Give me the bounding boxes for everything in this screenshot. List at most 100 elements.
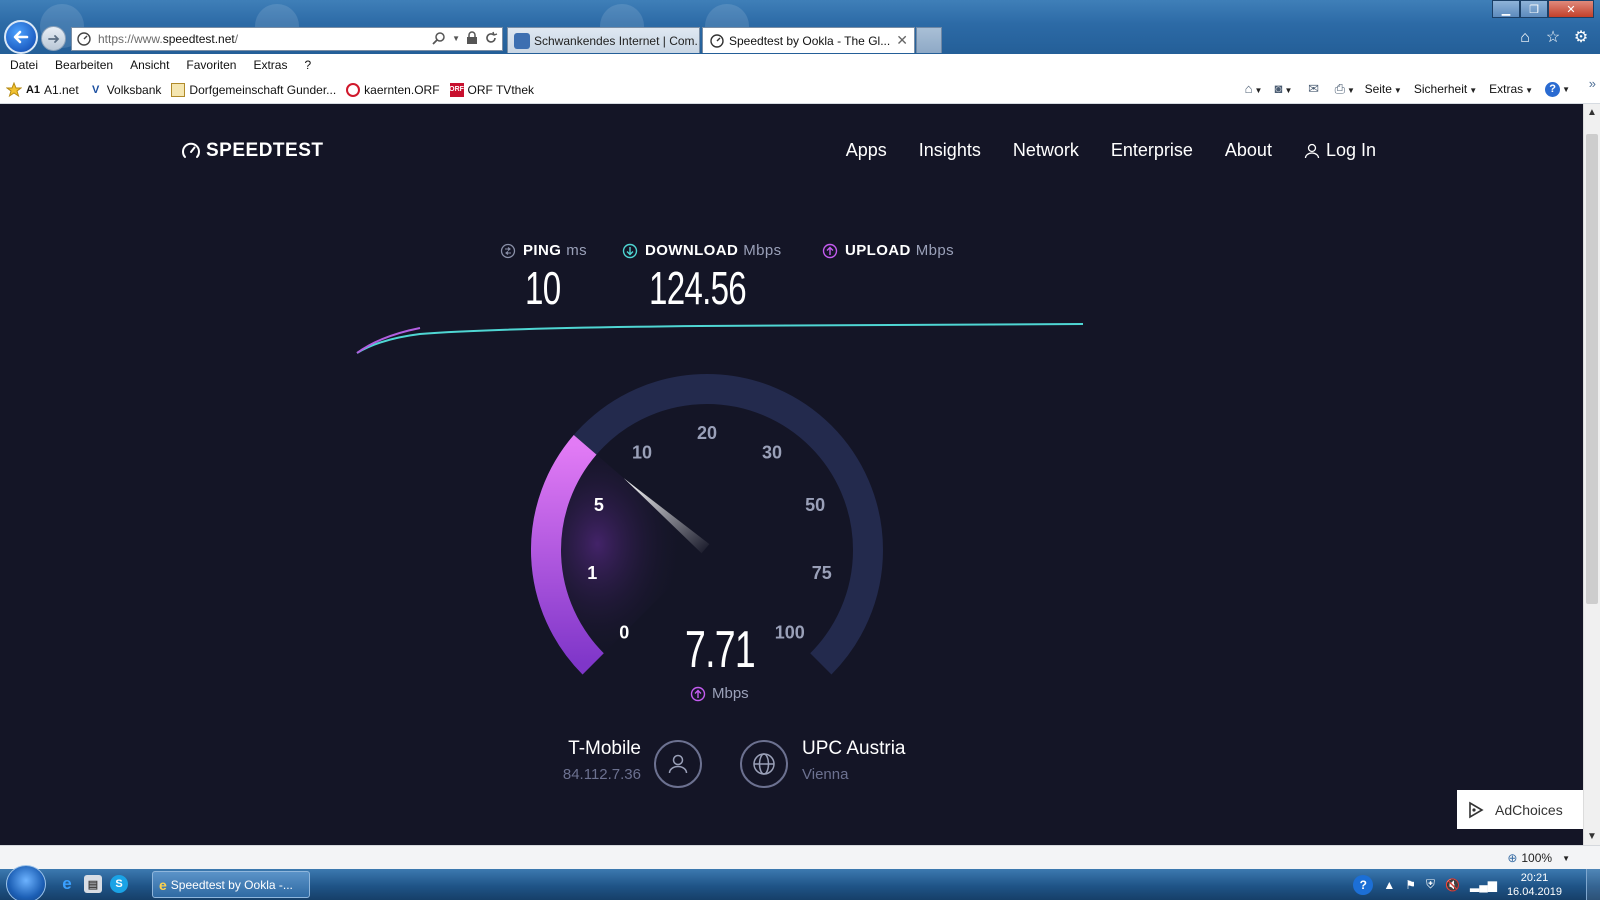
isp-name: T-Mobile <box>568 738 641 759</box>
flag-icon[interactable]: ⚑ <box>1405 878 1416 892</box>
speedtest-favicon-icon <box>77 32 91 46</box>
system-tray: ? ▲ ⚑ ⛨ 🔇 ▂▄▆ 20:21 16.04.2019 <box>1353 869 1562 900</box>
status-bar: ⊕ 100% ▼ <box>0 845 1600 869</box>
window-controls: ▁ ❐ ✕ <box>1492 0 1594 18</box>
internet-explorer-icon[interactable]: e <box>58 874 76 893</box>
internet-explorer-icon: e <box>159 876 167 893</box>
menu-item-favoriten[interactable]: Favoriten <box>186 58 236 72</box>
address-bar[interactable]: https://www.speedtest.net/ ▼ <box>71 27 503 51</box>
security-icon[interactable]: ⛨ <box>1426 877 1435 892</box>
favorite-volksbank[interactable]: V Volksbank <box>89 83 161 97</box>
speedtest-favicon-icon <box>710 33 724 48</box>
safety-menu[interactable]: Sicherheit ▼ <box>1414 82 1477 96</box>
scroll-up-icon[interactable]: ▲ <box>1584 104 1600 121</box>
magnifier-icon: ⊕ <box>1507 851 1518 865</box>
page-menu[interactable]: Seite ▼ <box>1365 82 1402 96</box>
maximize-button[interactable]: ❐ <box>1520 0 1548 18</box>
start-button[interactable] <box>6 865 46 900</box>
server-name[interactable]: UPC Austria <box>802 738 905 760</box>
volksbank-logo-icon: V <box>92 83 100 96</box>
zoom-control[interactable]: ⊕ 100% ▼ <box>1507 851 1570 865</box>
favorite-orf-tvthek[interactable]: ORF ORF TVthek <box>449 82 534 97</box>
dropdown-caret-icon[interactable]: ▼ <box>452 34 460 43</box>
gauge-tick-label: 50 <box>805 495 825 515</box>
isp-ip: 84.112.7.36 <box>562 766 641 783</box>
page-scrollbar[interactable]: ▲ ▼ <box>1583 104 1600 845</box>
search-icon[interactable] <box>432 31 446 45</box>
show-desktop-button[interactable] <box>1586 869 1600 900</box>
system-clock[interactable]: 20:21 16.04.2019 <box>1507 871 1562 899</box>
user-icon <box>654 740 702 788</box>
taskbar: e ▤ S e Speedtest by Ookla -... ? ▲ ⚑ ⛨ … <box>0 865 1600 900</box>
quick-launch: e ▤ S <box>58 874 128 893</box>
upload-icon <box>690 686 706 701</box>
close-window-button[interactable]: ✕ <box>1548 0 1594 18</box>
menu-item-extras[interactable]: Extras <box>253 58 287 72</box>
page-viewport: SPEEDTEST Apps Insights Network Enterpri… <box>0 104 1583 845</box>
new-tab-button[interactable] <box>916 27 942 53</box>
command-bar: ⌂ ▼ ◙ ▼ ✉ ⎙ ▼ Seite ▼ Sicherheit ▼ Extras ▼ ? ▼ <box>1245 81 1570 97</box>
help-icon: ? <box>1545 82 1561 97</box>
tools-menu[interactable]: Extras ▼ <box>1489 82 1533 96</box>
gauge-tick-label: 5 <box>594 495 604 515</box>
favorites-bar: A1 A1.net V Volksbank Dorfgemeinschaft G… <box>0 76 1600 104</box>
gauge-tick-label: 30 <box>762 443 782 463</box>
scroll-thumb[interactable] <box>1586 134 1598 604</box>
a1-logo-icon: A1 <box>25 83 41 96</box>
gauge-tick-label: 100 <box>775 623 805 643</box>
speed-history-graph <box>356 323 1084 354</box>
gauge-tick-label: 10 <box>632 443 652 463</box>
close-tab-icon[interactable]: ✕ <box>896 32 908 49</box>
menu-item-bearbeiten[interactable]: Bearbeiten <box>55 58 113 72</box>
menu-item-datei[interactable]: Datei <box>10 58 38 72</box>
file-explorer-icon[interactable]: ▤ <box>84 875 102 893</box>
taskbar-item-speedtest[interactable]: e Speedtest by Ookla -... <box>152 871 310 898</box>
tab-label: Schwankendes Internet | Com... <box>534 33 700 48</box>
server-location: Vienna <box>802 766 849 783</box>
current-speed-unit: Mbps <box>690 685 749 702</box>
favorites-star-icon[interactable]: ☆ <box>1544 29 1562 47</box>
signal-icon[interactable]: ▂▄▆ <box>1470 878 1497 892</box>
mail-icon[interactable]: ✉ <box>1305 81 1323 97</box>
rss-feed-icon[interactable]: ◙ ▼ <box>1275 81 1293 97</box>
home-icon[interactable]: ⌂ ▼ <box>1245 81 1263 97</box>
chevron-more-icon[interactable]: » <box>1589 76 1596 91</box>
print-icon[interactable]: ⎙ ▼ <box>1335 81 1355 97</box>
community-favicon-icon <box>514 32 530 49</box>
forward-button[interactable] <box>41 26 66 51</box>
gauge-tick-label: 20 <box>697 423 717 443</box>
orf-circle-icon <box>346 82 361 97</box>
adchoices-button[interactable]: AdChoices <box>1457 790 1583 829</box>
back-button[interactable] <box>4 20 38 54</box>
current-speed-value: 7.71 <box>685 621 756 679</box>
favorite-kaernten-orf[interactable]: kaernten.ORF <box>346 82 440 97</box>
tab-schwankendes-internet[interactable]: Schwankendes Internet | Com... <box>507 27 700 53</box>
server-info: UPC Austria Vienna <box>802 738 905 783</box>
lock-icon[interactable] <box>466 31 478 45</box>
menu-item-ansicht[interactable]: Ansicht <box>130 58 169 72</box>
refresh-icon[interactable] <box>484 31 498 45</box>
skype-icon[interactable]: S <box>110 875 128 893</box>
tab-speedtest[interactable]: Speedtest by Ookla - The Gl... ✕ <box>702 27 915 53</box>
chevron-up-icon[interactable]: ▲ <box>1383 878 1395 892</box>
chevron-down-icon: ▼ <box>1562 853 1570 863</box>
arrow-left-icon <box>13 30 29 44</box>
help-icon[interactable]: ? <box>1353 874 1374 895</box>
scroll-down-icon[interactable]: ▼ <box>1584 828 1600 845</box>
orf-logo-icon: ORF <box>449 82 464 97</box>
globe-icon[interactable] <box>740 740 788 788</box>
arrow-right-icon <box>47 34 59 43</box>
browser-titlebar: https://www.speedtest.net/ ▼ Schwankende… <box>0 0 1600 54</box>
menu-item-help[interactable]: ? <box>304 58 311 72</box>
favorite-dorfgemeinschaft[interactable]: Dorfgemeinschaft Gunder... <box>171 82 336 97</box>
volume-muted-icon[interactable]: 🔇 <box>1445 878 1460 892</box>
adchoices-icon <box>1469 801 1484 818</box>
favorites-star-add-icon[interactable] <box>6 81 22 98</box>
home-icon[interactable]: ⌂ <box>1516 29 1534 47</box>
minimize-button[interactable]: ▁ <box>1492 0 1520 18</box>
help-menu[interactable]: ? ▼ <box>1545 81 1570 97</box>
tab-label: Speedtest by Ookla - The Gl... <box>729 33 891 48</box>
gauge-tick-label: 0 <box>619 623 629 643</box>
gear-icon[interactable]: ⚙ <box>1572 29 1590 47</box>
favorite-a1[interactable]: A1 A1.net <box>26 83 79 97</box>
